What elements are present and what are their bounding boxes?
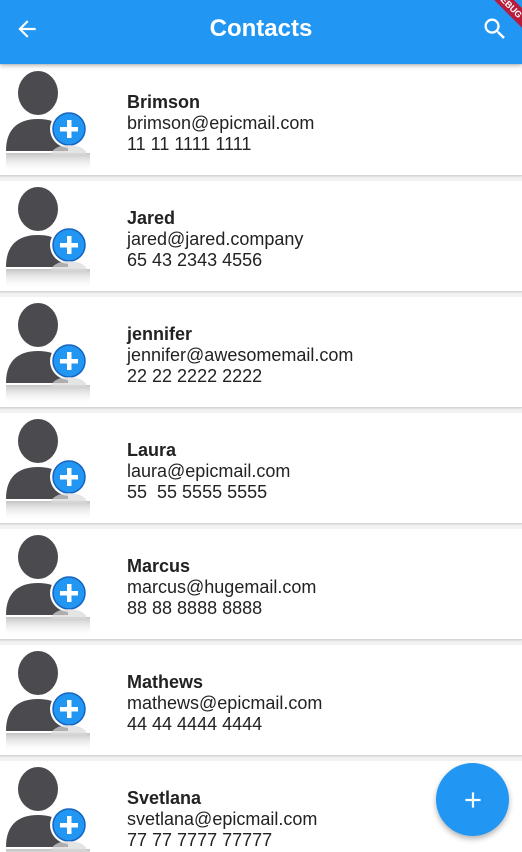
contact-row[interactable]: Marcus marcus@hugemail.com 88 88 8888 88…	[0, 529, 522, 640]
contact-row[interactable]: Jared jared@jared.company 65 43 2343 455…	[0, 181, 522, 292]
add-contact-button[interactable]	[436, 763, 509, 836]
contact-avatar	[4, 767, 94, 852]
contact-info: Svetlana svetlana@epicmail.com 77 77 777…	[127, 787, 317, 851]
add-person-icon	[6, 71, 90, 173]
contact-email: brimson@epicmail.com	[127, 113, 315, 133]
contact-info: Brimson brimson@epicmail.com 11 11 1111 …	[127, 91, 314, 155]
contact-name: Marcus	[127, 556, 191, 576]
contact-phone: 11 11 1111 1111	[127, 134, 252, 154]
contact-email: svetlana@epicmail.com	[127, 809, 318, 829]
add-person-icon	[6, 303, 90, 405]
contact-name: jennifer	[127, 324, 193, 344]
contact-name: Brimson	[127, 92, 201, 112]
contact-avatar	[4, 535, 94, 639]
contact-info: Laura laura@epicmail.com 55 55 5555 5555	[127, 439, 290, 503]
contact-row[interactable]: jennifer jennifer@awesomemail.com 22 22 …	[0, 297, 522, 408]
contact-list: Brimson brimson@epicmail.com 11 11 1111 …	[0, 65, 522, 852]
contact-phone: 44 44 4444 4444	[127, 714, 263, 734]
add-person-icon	[6, 419, 90, 521]
contacts-screen: Contacts DEBUG Brimson brimson@epicmail.…	[0, 0, 522, 852]
contact-email: marcus@hugemail.com	[127, 577, 317, 597]
page-title: Contacts	[209, 15, 313, 42]
contact-row[interactable]: Laura laura@epicmail.com 55 55 5555 5555	[0, 413, 522, 524]
contact-row[interactable]: Mathews mathews@epicmail.com 44 44 4444 …	[0, 645, 522, 756]
contact-phone: 55 55 5555 5555	[127, 482, 268, 502]
add-person-icon	[6, 767, 90, 852]
plus-icon	[464, 791, 481, 808]
contact-phone: 22 22 2222 2222	[127, 366, 263, 386]
contact-avatar	[4, 651, 94, 755]
contact-avatar	[4, 419, 94, 523]
contact-email: laura@epicmail.com	[127, 461, 291, 481]
contact-avatar	[4, 71, 94, 175]
contact-info: Mathews mathews@epicmail.com 44 44 4444 …	[127, 671, 322, 735]
contact-avatar	[4, 187, 94, 291]
contact-info: Marcus marcus@hugemail.com 88 88 8888 88…	[127, 555, 316, 619]
search-icon	[484, 18, 505, 39]
contact-email: jennifer@awesomemail.com	[127, 345, 354, 365]
contact-avatar	[4, 303, 94, 407]
add-person-icon	[6, 535, 90, 637]
contact-name: Jared	[127, 208, 176, 228]
add-person-icon	[6, 187, 90, 289]
app-bar: Contacts	[0, 0, 522, 64]
contact-info: Jared jared@jared.company 65 43 2343 455…	[127, 207, 303, 271]
search-button[interactable]	[478, 12, 512, 46]
contact-phone: 65 43 2343 4556	[127, 250, 263, 270]
contact-phone: 77 77 7777 77777	[127, 830, 273, 850]
contact-name: Laura	[127, 440, 177, 460]
contact-email: jared@jared.company	[127, 229, 304, 249]
contact-name: Svetlana	[127, 788, 202, 808]
contact-row[interactable]: Brimson brimson@epicmail.com 11 11 1111 …	[0, 65, 522, 176]
contact-info: jennifer jennifer@awesomemail.com 22 22 …	[127, 323, 353, 387]
contact-phone: 88 88 8888 8888	[127, 598, 263, 618]
contact-name: Mathews	[127, 672, 204, 692]
contact-email: mathews@epicmail.com	[127, 693, 323, 713]
add-person-icon	[6, 651, 90, 753]
